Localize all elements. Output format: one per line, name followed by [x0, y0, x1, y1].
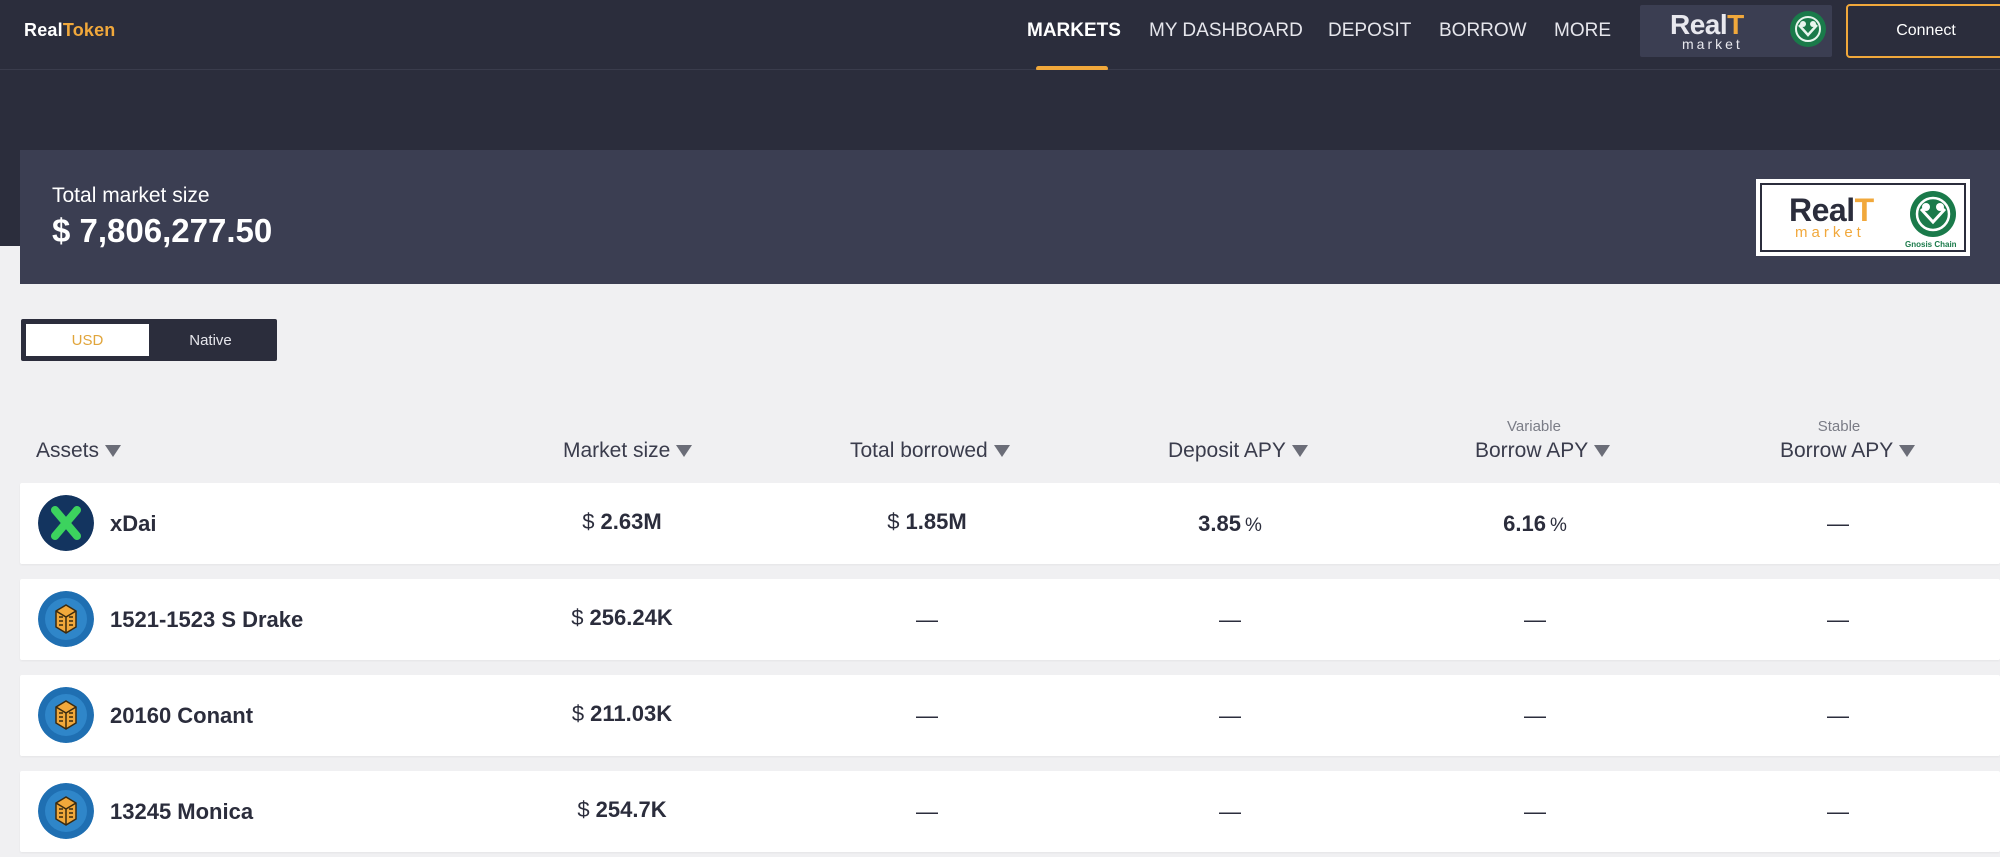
- sort-arrow-icon: [105, 445, 122, 458]
- nav-markets[interactable]: MARKETS: [1027, 20, 1121, 42]
- table-row[interactable]: xDai $2.63M $1.85M 3.85% 6.16% —: [20, 483, 2000, 564]
- deposit-apy-value: —: [1219, 799, 1241, 824]
- realtoken-building-icon: [38, 591, 94, 647]
- top-navigation-bar: RealToken MARKETS MY DASHBOARD DEPOSIT B…: [0, 0, 2000, 71]
- brand-part-c: oken: [72, 20, 116, 40]
- brand-part-b: T: [62, 20, 73, 40]
- header-assets[interactable]: Assets: [36, 439, 122, 463]
- total-market-size-card: Total market size $ 7,806,277.50 RealT m…: [20, 150, 2000, 284]
- stable-borrow-apy-value: —: [1827, 703, 1849, 728]
- total-borrowed-value: —: [916, 703, 938, 728]
- header-variable-sublabel: Variable: [1507, 418, 1561, 435]
- market-size-value: $211.03K: [571, 701, 673, 726]
- table-row[interactable]: 13245 Monica $254.7K — — — —: [20, 771, 2000, 852]
- header-variable-borrow-apy[interactable]: Borrow APY: [1475, 439, 1611, 463]
- variable-borrow-apy-value: —: [1524, 607, 1546, 632]
- deposit-apy-value: —: [1219, 703, 1241, 728]
- total-borrowed-value: $1.85M: [887, 509, 967, 534]
- variable-borrow-apy-value: —: [1524, 703, 1546, 728]
- currency-toggle: USD Native: [21, 319, 277, 361]
- toggle-usd[interactable]: USD: [26, 324, 149, 356]
- market-size-value: $2.63M: [582, 509, 662, 534]
- connect-wallet-button[interactable]: Connect: [1846, 4, 2000, 58]
- gnosis-chain-caption: Gnosis Chain: [1905, 240, 1957, 249]
- stable-borrow-apy-value: —: [1827, 799, 1849, 824]
- gnosis-chain-logo-icon: [1910, 191, 1956, 237]
- variable-borrow-apy-value: —: [1524, 799, 1546, 824]
- asset-name: 13245 Monica: [110, 799, 254, 824]
- toggle-native[interactable]: Native: [149, 324, 272, 356]
- header-market-size[interactable]: Market size: [563, 439, 693, 463]
- total-borrowed-value: —: [916, 799, 938, 824]
- deposit-apy-value: 3.85%: [1198, 511, 1262, 536]
- market-size-value: $256.24K: [571, 605, 673, 630]
- sort-arrow-icon: [993, 445, 1010, 458]
- stable-borrow-apy-value: —: [1827, 511, 1849, 536]
- sort-arrow-icon: [1291, 445, 1308, 458]
- deposit-apy-value: —: [1219, 607, 1241, 632]
- gnosis-chain-icon: [1790, 11, 1826, 47]
- realt-market-network-badge[interactable]: RealT market: [1640, 5, 1832, 57]
- header-deposit-apy[interactable]: Deposit APY: [1168, 439, 1308, 463]
- asset-name: xDai: [110, 511, 157, 536]
- total-market-size-label: Total market size: [52, 184, 210, 207]
- sort-arrow-icon: [1594, 445, 1611, 458]
- header-stable-borrow-apy[interactable]: Borrow APY: [1780, 439, 1916, 463]
- header-stable-sublabel: Stable: [1817, 418, 1861, 435]
- market-wordmark: market: [1682, 36, 1743, 52]
- realtoken-logo[interactable]: RealToken: [24, 20, 116, 41]
- stable-borrow-apy-value: —: [1827, 607, 1849, 632]
- xdai-icon: [38, 495, 94, 551]
- sort-arrow-icon: [1899, 445, 1916, 458]
- total-borrowed-value: —: [916, 607, 938, 632]
- sort-arrow-icon: [676, 445, 693, 458]
- market-logo-text: market: [1795, 224, 1865, 241]
- nav-more[interactable]: MORE: [1554, 20, 1611, 42]
- total-market-size-value: $ 7,806,277.50: [52, 212, 273, 249]
- market-size-value: $254.7K: [577, 797, 667, 822]
- table-row[interactable]: 1521-1523 S Drake $256.24K — — — —: [20, 579, 2000, 660]
- nav-deposit[interactable]: DEPOSIT: [1328, 20, 1411, 42]
- realtoken-building-icon: [38, 783, 94, 839]
- header-total-borrowed[interactable]: Total borrowed: [850, 439, 1010, 463]
- table-row[interactable]: 20160 Conant $211.03K — — — —: [20, 675, 2000, 756]
- nav-my-dashboard[interactable]: MY DASHBOARD: [1149, 20, 1303, 42]
- realt-market-gnosis-logo: RealT market Gnosis Chain: [1756, 179, 1970, 256]
- variable-borrow-apy-value: 6.16%: [1503, 511, 1567, 536]
- asset-name: 20160 Conant: [110, 703, 254, 728]
- realtoken-building-icon: [38, 687, 94, 743]
- brand-part-a: Real: [24, 20, 63, 40]
- asset-name: 1521-1523 S Drake: [110, 607, 304, 632]
- nav-borrow[interactable]: BORROW: [1439, 20, 1527, 42]
